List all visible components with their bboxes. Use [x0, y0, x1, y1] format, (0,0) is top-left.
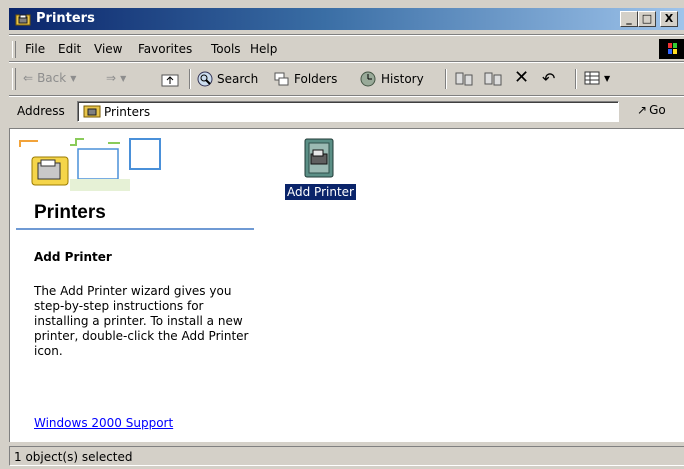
printers-banner-art — [19, 138, 161, 191]
maximize-button[interactable]: □ — [638, 11, 656, 27]
add-printer-icon[interactable] — [300, 137, 338, 181]
address-label: Address — [17, 104, 65, 118]
status-bar: 1 object(s) selected — [9, 445, 684, 467]
undo-icon: ↶ — [542, 69, 556, 88]
section-description: The Add Printer wizard gives you step-by… — [34, 284, 249, 358]
move-to-button[interactable] — [455, 71, 473, 87]
up-folder-button[interactable] — [161, 71, 179, 87]
back-label: Back — [37, 71, 67, 85]
title-bar[interactable]: Printers _ □ X — [9, 8, 684, 30]
move-to-icon — [455, 72, 473, 86]
status-text: 1 object(s) selected — [14, 450, 133, 464]
up-folder-icon — [161, 74, 179, 87]
windows-logo-icon — [659, 39, 684, 59]
address-input[interactable]: Printers — [77, 101, 619, 122]
status-pane: 1 object(s) selected — [9, 446, 684, 466]
delete-icon: ✕ — [514, 67, 530, 88]
delete-button[interactable]: ✕ — [514, 67, 529, 88]
printer-folder-icon — [15, 14, 31, 26]
web-view-panel: Printers Add Printer The Add Printer wiz… — [10, 129, 254, 442]
history-button[interactable]: History — [359, 71, 424, 87]
toolbar-separator — [189, 69, 191, 89]
heading-divider — [16, 228, 254, 230]
windows-support-link[interactable]: Windows 2000 Support — [34, 416, 173, 430]
views-button[interactable]: ▼ — [584, 71, 610, 85]
address-value: Printers — [104, 105, 151, 119]
folders-button[interactable]: Folders — [274, 71, 337, 87]
toolbar-separator — [445, 69, 447, 89]
chevron-down-icon: ▼ — [70, 73, 77, 83]
undo-button[interactable]: ↶ — [542, 69, 555, 88]
history-label: History — [381, 72, 424, 86]
forward-arrow-icon: ⇒ — [106, 71, 117, 85]
address-bar: Address Printers ↗ Go — [9, 98, 684, 124]
window-title: Printers — [36, 11, 95, 26]
printers-window: Printers _ □ X File Edit View Favorites … — [0, 0, 684, 469]
copy-to-button[interactable] — [484, 71, 502, 87]
chevron-down-icon: ▼ — [604, 73, 611, 83]
folders-label: Folders — [294, 72, 338, 86]
toolbar-separator — [575, 69, 577, 89]
search-button[interactable]: Search — [197, 71, 258, 87]
toolbar: ⇐ Back ▼ ⇒ ▼ Search Folders History ✕ ↶ … — [9, 64, 684, 94]
go-button[interactable]: ↗ Go — [637, 103, 666, 117]
menu-tools[interactable]: Tools — [211, 42, 241, 56]
forward-button[interactable]: ⇒ ▼ — [106, 71, 126, 85]
menu-grip[interactable] — [12, 41, 16, 58]
menu-help[interactable]: Help — [250, 42, 277, 56]
go-arrow-icon: ↗ — [637, 103, 648, 117]
back-button[interactable]: ⇐ Back ▼ — [23, 71, 76, 85]
divider — [9, 34, 684, 36]
copy-to-icon — [484, 72, 502, 86]
divider — [9, 95, 684, 97]
menu-edit[interactable]: Edit — [58, 42, 81, 56]
menu-bar: File Edit View Favorites Tools Help — [9, 38, 684, 60]
printer-folder-icon — [83, 105, 101, 118]
go-label: Go — [649, 103, 666, 117]
menu-file[interactable]: File — [25, 42, 45, 56]
search-icon — [197, 71, 213, 87]
menu-view[interactable]: View — [94, 42, 122, 56]
menu-favorites[interactable]: Favorites — [138, 42, 192, 56]
section-title: Add Printer — [34, 250, 112, 264]
divider — [9, 61, 684, 63]
toolbar-grip[interactable] — [12, 68, 16, 90]
back-arrow-icon: ⇐ — [23, 71, 34, 85]
views-icon — [584, 71, 600, 85]
content-pane: Printers Add Printer The Add Printer wiz… — [9, 128, 684, 442]
chevron-down-icon: ▼ — [120, 73, 127, 83]
search-label: Search — [217, 72, 259, 86]
folders-icon — [274, 72, 289, 86]
minimize-button[interactable]: _ — [620, 11, 638, 27]
close-button[interactable]: X — [660, 11, 678, 27]
history-icon — [360, 71, 376, 87]
page-title: Printers — [34, 202, 106, 223]
add-printer-item[interactable]: Add Printer — [284, 183, 357, 201]
